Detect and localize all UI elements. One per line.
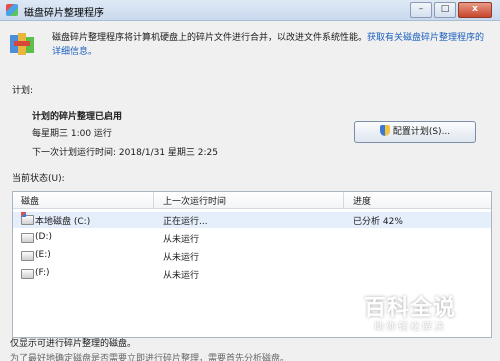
drive-icon <box>21 233 34 243</box>
configure-schedule-label: 配置计划(S)... <box>392 127 451 137</box>
disk-list-header: 磁盘 上一次运行时间 进度 <box>13 192 491 209</box>
shield-icon <box>379 125 390 136</box>
schedule-section-label: 计划: <box>12 86 34 96</box>
column-header-disk[interactable]: 磁盘 <box>21 194 39 207</box>
header-description: 磁盘碎片整理程序将计算机硬盘上的碎片文件进行合并，以改进文件系统性能。获取有关磁… <box>52 31 492 59</box>
disk-progress: 已分析 42% <box>353 217 403 227</box>
defrag-app-icon <box>6 4 18 16</box>
disk-last-run: 从未运行 <box>163 253 200 263</box>
footer-note: 仅显示可进行碎片整理的磁盘。 <box>10 339 137 349</box>
watermark-logo: 百科全说 <box>363 296 456 321</box>
title-bar: 磁盘碎片整理程序 – □ x <box>0 0 500 21</box>
column-header-progress[interactable]: 进度 <box>353 194 371 207</box>
disk-row-f[interactable]: (F:) 从未运行 <box>13 266 491 282</box>
drive-icon <box>21 251 34 261</box>
disk-name: (F:) <box>35 268 50 278</box>
main-content: 磁盘碎片整理程序将计算机硬盘上的碎片文件进行合并，以改进文件系统性能。获取有关磁… <box>0 21 500 361</box>
minimize-button[interactable]: – <box>410 2 432 18</box>
description-text: 磁盘碎片整理程序将计算机硬盘上的碎片文件进行合并，以改进文件系统性能。 <box>52 33 368 43</box>
disk-last-run: 从未运行 <box>163 271 200 281</box>
drive-icon <box>21 269 34 279</box>
watermark: 百科全说 助你轻松解决 <box>352 297 468 341</box>
column-header-last-run[interactable]: 上一次运行时间 <box>163 194 226 207</box>
disk-last-run: 从未运行 <box>163 235 200 245</box>
system-drive-icon <box>21 212 34 225</box>
window-title: 磁盘碎片整理程序 <box>24 8 104 19</box>
disk-name: (D:) <box>35 232 52 242</box>
maximize-button[interactable]: □ <box>434 2 456 18</box>
footer-note-2: 为了最好地确定磁盘是否需要立即进行碎片整理，需要首先分析磁盘。 <box>10 354 290 361</box>
disk-name: (E:) <box>35 250 51 260</box>
current-status-label: 当前状态(U): <box>12 174 65 184</box>
schedule-next-run: 下一次计划运行时间: 2018/1/31 星期三 2:25 <box>32 148 218 158</box>
disk-row-d[interactable]: (D:) 从未运行 <box>13 230 491 246</box>
schedule-run-time: 每星期三 1:00 运行 <box>32 129 112 139</box>
defrag-icon <box>10 33 36 57</box>
configure-schedule-button[interactable]: 配置计划(S)... <box>354 121 476 143</box>
close-button[interactable]: x <box>458 2 492 18</box>
schedule-status: 计划的碎片整理已启用 <box>32 112 123 122</box>
disk-name: 本地磁盘 (C:) <box>35 217 91 227</box>
disk-row-e[interactable]: (E:) 从未运行 <box>13 248 491 264</box>
watermark-tagline: 助你轻松解决 <box>374 322 446 333</box>
disk-last-run: 正在运行... <box>163 217 208 227</box>
disk-row-c[interactable]: 本地磁盘 (C:) 正在运行... 已分析 42% <box>13 212 491 228</box>
